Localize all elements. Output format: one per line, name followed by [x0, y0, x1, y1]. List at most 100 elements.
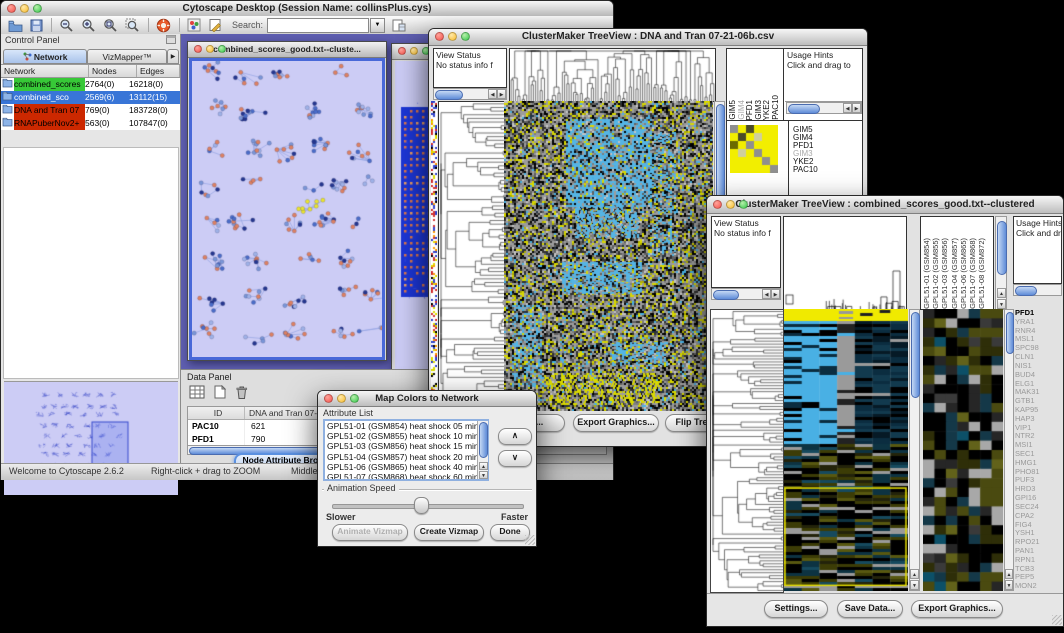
zoom-icon[interactable]	[461, 32, 470, 41]
col-edges[interactable]: Edges	[137, 65, 180, 77]
attribute-list-item[interactable]: GPL51-03 (GSM856) heat shock 15 min	[325, 441, 487, 451]
zoom-fit-icon[interactable]	[103, 18, 118, 33]
attribute-list-scrollbar[interactable]: ▲ ▼	[477, 421, 488, 479]
correlation-mini-heatmap[interactable]	[730, 125, 778, 173]
network-view-window: combined_scores_good.txt--cluste...	[187, 41, 387, 361]
network-edges-count: 13112(15)	[129, 91, 180, 104]
cytoscape-titlebar[interactable]: Cytoscape Desktop (Session Name: collins…	[1, 1, 613, 17]
help-ring-icon[interactable]	[156, 18, 171, 33]
network-view-canvas[interactable]	[192, 61, 382, 357]
save-icon[interactable]	[30, 19, 43, 32]
minimize-icon[interactable]	[20, 4, 29, 13]
zoom-out-icon[interactable]	[59, 18, 74, 33]
attribute-list-item[interactable]: GPL51-02 (GSM855) heat shock 10 min	[325, 431, 487, 441]
settings-button[interactable]: Settings...	[764, 600, 828, 618]
animation-speed-slider-thumb[interactable]	[414, 497, 429, 514]
heatmap-zoom-panel[interactable]	[923, 309, 1003, 591]
tab-network[interactable]: Network	[3, 49, 87, 64]
export-graphics-button[interactable]: Export Graphics...	[573, 414, 659, 432]
delete-attribute-icon[interactable]	[235, 385, 248, 404]
gene-label[interactable]: MON2	[1015, 582, 1061, 591]
heatmap-main[interactable]	[504, 101, 713, 411]
resize-grip[interactable]	[525, 535, 535, 545]
zoom-in-icon[interactable]	[81, 18, 96, 33]
scrollbar-thumb[interactable]	[435, 90, 463, 100]
col-label[interactable]: GPL51-01 (GSM854)	[922, 238, 931, 309]
col-network[interactable]: Network	[1, 65, 89, 77]
row-label[interactable]: PAC10	[793, 166, 859, 174]
attribute-list-item[interactable]: GPL51-01 (GSM854) heat shock 05 min	[325, 421, 487, 431]
col-label[interactable]: GPL51-04 (GSM857)	[950, 238, 959, 309]
col-label[interactable]: PAC10	[772, 95, 781, 120]
save-data-button[interactable]: Save Data...	[837, 600, 903, 618]
minimize-icon[interactable]	[410, 47, 418, 55]
network-view-titlebar[interactable]: combined_scores_good.txt--cluste...	[188, 42, 386, 58]
animate-vizmap-button[interactable]: Animate Vizmap	[332, 524, 408, 541]
tab-overflow-arrow[interactable]: ▶	[167, 49, 179, 64]
zoom-selected-icon[interactable]	[125, 18, 140, 33]
zoom-icon[interactable]	[350, 394, 359, 403]
create-vizmap-button[interactable]: Create Vizmap	[414, 524, 484, 541]
close-icon[interactable]	[7, 4, 16, 13]
attribute-grid-icon[interactable]	[189, 385, 205, 404]
network-row[interactable]: RNAPuberNov2+ 563(0) 107847(0)	[1, 117, 180, 130]
column-dendrogram[interactable]	[509, 48, 716, 102]
close-icon[interactable]	[324, 394, 333, 403]
column-dendrogram[interactable]	[783, 216, 907, 310]
close-icon[interactable]	[194, 45, 202, 53]
open-folder-icon[interactable]	[8, 19, 23, 32]
search-input[interactable]	[267, 18, 369, 33]
attribute-list-item[interactable]: GPL51-07 (GSM868) heat shock 60 min	[325, 472, 487, 481]
zoom-icon[interactable]	[739, 200, 748, 209]
close-icon[interactable]	[435, 32, 444, 41]
export-graphics-button[interactable]: Export Graphics...	[911, 600, 1003, 618]
minimize-icon[interactable]	[726, 200, 735, 209]
float-panel-icon[interactable]	[166, 35, 176, 46]
network-row[interactable]: combined_scores 2764(0) 16218(0)	[1, 78, 180, 91]
minimize-icon[interactable]	[206, 45, 214, 53]
search-dropdown-icon[interactable]: ▼	[370, 18, 385, 33]
data-panel-toolbar	[189, 385, 248, 404]
move-down-button[interactable]: ∨	[498, 450, 532, 467]
col-labels-vscrollbar[interactable]: ▲▼	[995, 216, 1007, 310]
network-row[interactable]: DNA and Tran 07 769(0) 183728(0)	[1, 104, 180, 117]
move-up-button[interactable]: ∧	[498, 428, 532, 445]
attribute-list-item[interactable]: GPL51-06 (GSM865) heat shock 40 min	[325, 462, 487, 472]
row-dendrogram[interactable]	[438, 101, 506, 413]
col-nodes[interactable]: Nodes	[89, 65, 137, 77]
network-nodes-count: 2569(6)	[85, 91, 129, 104]
usage-hints-scrollbar[interactable]	[1013, 284, 1062, 296]
minimize-icon[interactable]	[448, 32, 457, 41]
annotation-icon[interactable]	[208, 18, 222, 32]
attribute-table-icon[interactable]	[392, 18, 406, 32]
treeview1-titlebar[interactable]: ClusterMaker TreeView : DNA and Tran 07-…	[429, 29, 867, 46]
close-icon[interactable]	[713, 200, 722, 209]
resize-grip[interactable]	[1052, 615, 1062, 625]
col-label[interactable]: GPL51-06 (GSM865)	[959, 238, 968, 309]
new-attribute-icon[interactable]	[214, 385, 226, 404]
view-status-scrollbar[interactable]: ◀▶	[711, 288, 781, 300]
treeview2-titlebar[interactable]: ClusterMaker TreeView : combined_scores_…	[707, 196, 1063, 214]
network-icon	[23, 52, 32, 61]
done-button[interactable]: Done	[490, 524, 530, 541]
app-title: Cytoscape Desktop (Session Name: collins…	[183, 3, 432, 14]
col-label[interactable]: GPL51-03 (GSM856)	[940, 238, 949, 309]
col-label[interactable]: GPL51-07 (GSM868)	[968, 238, 977, 309]
vizmapper-icon[interactable]	[187, 18, 201, 32]
zoom-panel-vscrollbar[interactable]: ▲▼	[1004, 309, 1014, 591]
network-row[interactable]: combined_sco 2569(6) 13112(15)	[1, 91, 180, 104]
view-status-scrollbar[interactable]: ◀▶	[433, 88, 507, 100]
close-icon[interactable]	[398, 47, 406, 55]
tab-vizmapper[interactable]: VizMapper™	[87, 49, 167, 64]
col-label[interactable]: GPL51-08 (GSM872)	[977, 238, 986, 309]
minimize-icon[interactable]	[337, 394, 346, 403]
row-dendrogram[interactable]	[710, 309, 784, 593]
usage-hints-scrollbar[interactable]: ◀▶	[786, 102, 862, 114]
dialog-titlebar[interactable]: Map Colors to Network	[318, 391, 536, 407]
zoom-icon[interactable]	[33, 4, 42, 13]
attribute-list-item[interactable]: GPL51-04 (GSM857) heat shock 20 min	[325, 452, 487, 462]
heatmap-main[interactable]	[784, 309, 908, 591]
zoom-icon[interactable]	[218, 45, 226, 53]
id-column-header[interactable]: ID	[188, 407, 245, 419]
heatmap-vscrollbar[interactable]: ▲▼	[909, 309, 920, 591]
